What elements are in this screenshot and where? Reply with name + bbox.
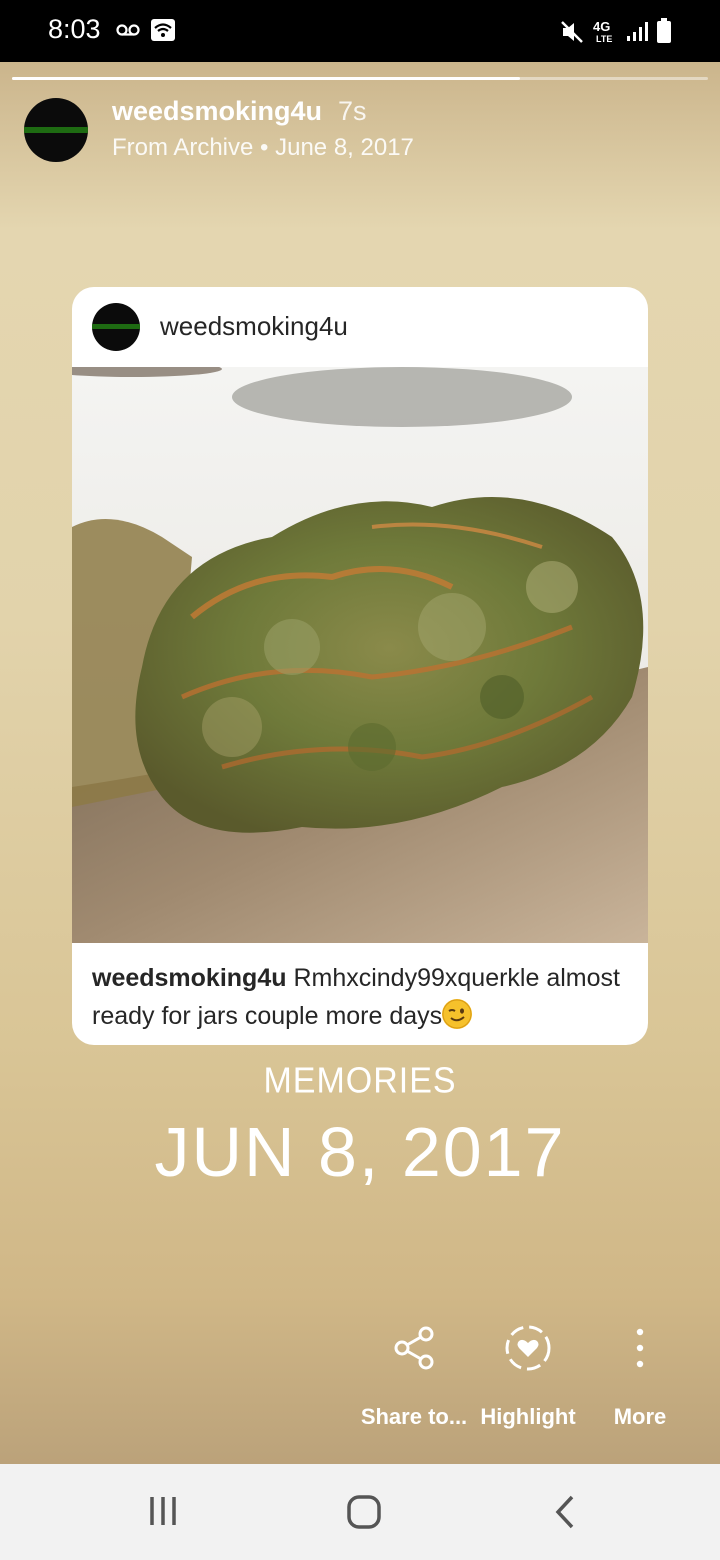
story-viewer[interactable]: weedsmoking4u 7s From Archive • June 8, … [0, 62, 720, 1464]
memories-date: JUN 8, 2017 [154, 1113, 566, 1191]
story-progress-bar [12, 77, 708, 80]
navigation-bar [0, 1464, 720, 1560]
story-username[interactable]: weedsmoking4u [112, 96, 322, 127]
story-progress-fill [12, 77, 520, 80]
avatar[interactable] [24, 98, 88, 162]
voicemail-icon [116, 24, 140, 36]
shared-post-card[interactable]: weedsmoking4u weedsmoking4u Rmhxcindy99x… [72, 287, 648, 1045]
post-avatar [92, 303, 140, 351]
more-button[interactable]: More [575, 1324, 705, 1444]
more-label: More [613, 1404, 667, 1429]
share-icon [394, 1326, 434, 1370]
caption-username: weedsmoking4u [92, 964, 287, 992]
svg-text:4G: 4G [593, 19, 610, 34]
post-caption: weedsmoking4u Rmhxcindy99xquerkle almost… [92, 959, 632, 1035]
recent-apps-icon[interactable] [146, 1494, 180, 1528]
4g-lte-icon: 4G LTE [593, 19, 612, 44]
home-icon[interactable] [346, 1494, 382, 1530]
mute-icon [561, 21, 583, 43]
highlight-icon [505, 1325, 551, 1371]
back-icon[interactable] [552, 1494, 578, 1530]
wink-emoji-icon [442, 999, 473, 1029]
status-time: 8:03 [48, 14, 101, 44]
svg-text:LTE: LTE [596, 34, 612, 44]
status-bar: 8:03 4G LTE [0, 0, 720, 62]
story-time-ago: 7s [338, 96, 367, 126]
signal-icon [627, 22, 648, 41]
more-icon [636, 1328, 644, 1368]
story-subtitle: From Archive • June 8, 2017 [112, 134, 414, 161]
battery-icon [657, 18, 671, 43]
wifi-icon [151, 19, 175, 41]
memories-label: MEMORIES [263, 1061, 457, 1101]
post-photo [72, 367, 648, 943]
post-username: weedsmoking4u [160, 311, 348, 341]
